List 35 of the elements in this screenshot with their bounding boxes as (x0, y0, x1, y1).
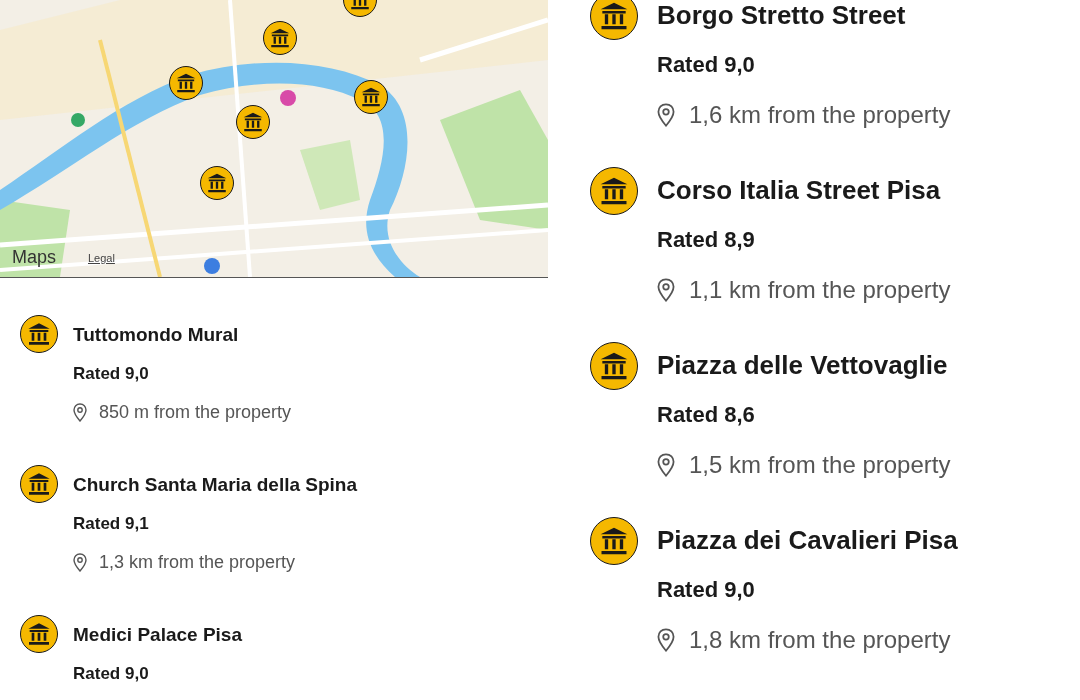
rating: Rated 9,0 (73, 363, 150, 385)
maps-attribution: Maps (12, 246, 56, 268)
rating: Rated 9,1 (73, 513, 150, 535)
location-pin-icon (73, 553, 87, 572)
distance: 1,6 km from the property (689, 101, 951, 129)
location-pin-icon (657, 453, 675, 477)
distance: 850 m from the property (99, 402, 292, 423)
place-name[interactable]: Piazza delle Vettovaglie (657, 340, 1080, 390)
distance: 1,8 km from the property (689, 626, 951, 654)
place-name[interactable]: Corso Italia Street Pisa (657, 165, 1080, 215)
location-pin-icon (657, 628, 675, 652)
distance: 1,1 km from the property (689, 276, 951, 304)
museum-icon (590, 166, 638, 215)
location-pin-icon (657, 278, 675, 302)
location-pin-icon (657, 103, 675, 127)
museum-icon (590, 341, 638, 390)
legal-link[interactable]: Legal (88, 251, 115, 265)
place-name[interactable]: Tuttomondo Mural (73, 315, 548, 354)
rating: Rated 9,0 (73, 663, 150, 685)
place-name[interactable]: Borgo Stretto Street (657, 0, 1080, 40)
rating: Rated 8,9 (657, 226, 756, 254)
place-name[interactable]: Medici Palace Pisa (73, 615, 548, 654)
museum-icon (20, 465, 58, 503)
rating: Rated 9,0 (657, 576, 756, 604)
distance: 1,3 km from the property (99, 552, 296, 573)
rating: Rated 8,6 (657, 401, 756, 429)
museum-icon (20, 615, 58, 653)
location-pin-icon (73, 403, 87, 422)
place-name[interactable]: Piazza dei Cavalieri Pisa (657, 515, 1080, 565)
distance: 1,5 km from the property (689, 451, 951, 479)
museum-icon (590, 0, 638, 40)
museum-icon (590, 516, 638, 565)
place-name[interactable]: Church Santa Maria della Spina (73, 465, 548, 504)
museum-icon (20, 315, 58, 353)
rating: Rated 9,0 (657, 51, 756, 79)
